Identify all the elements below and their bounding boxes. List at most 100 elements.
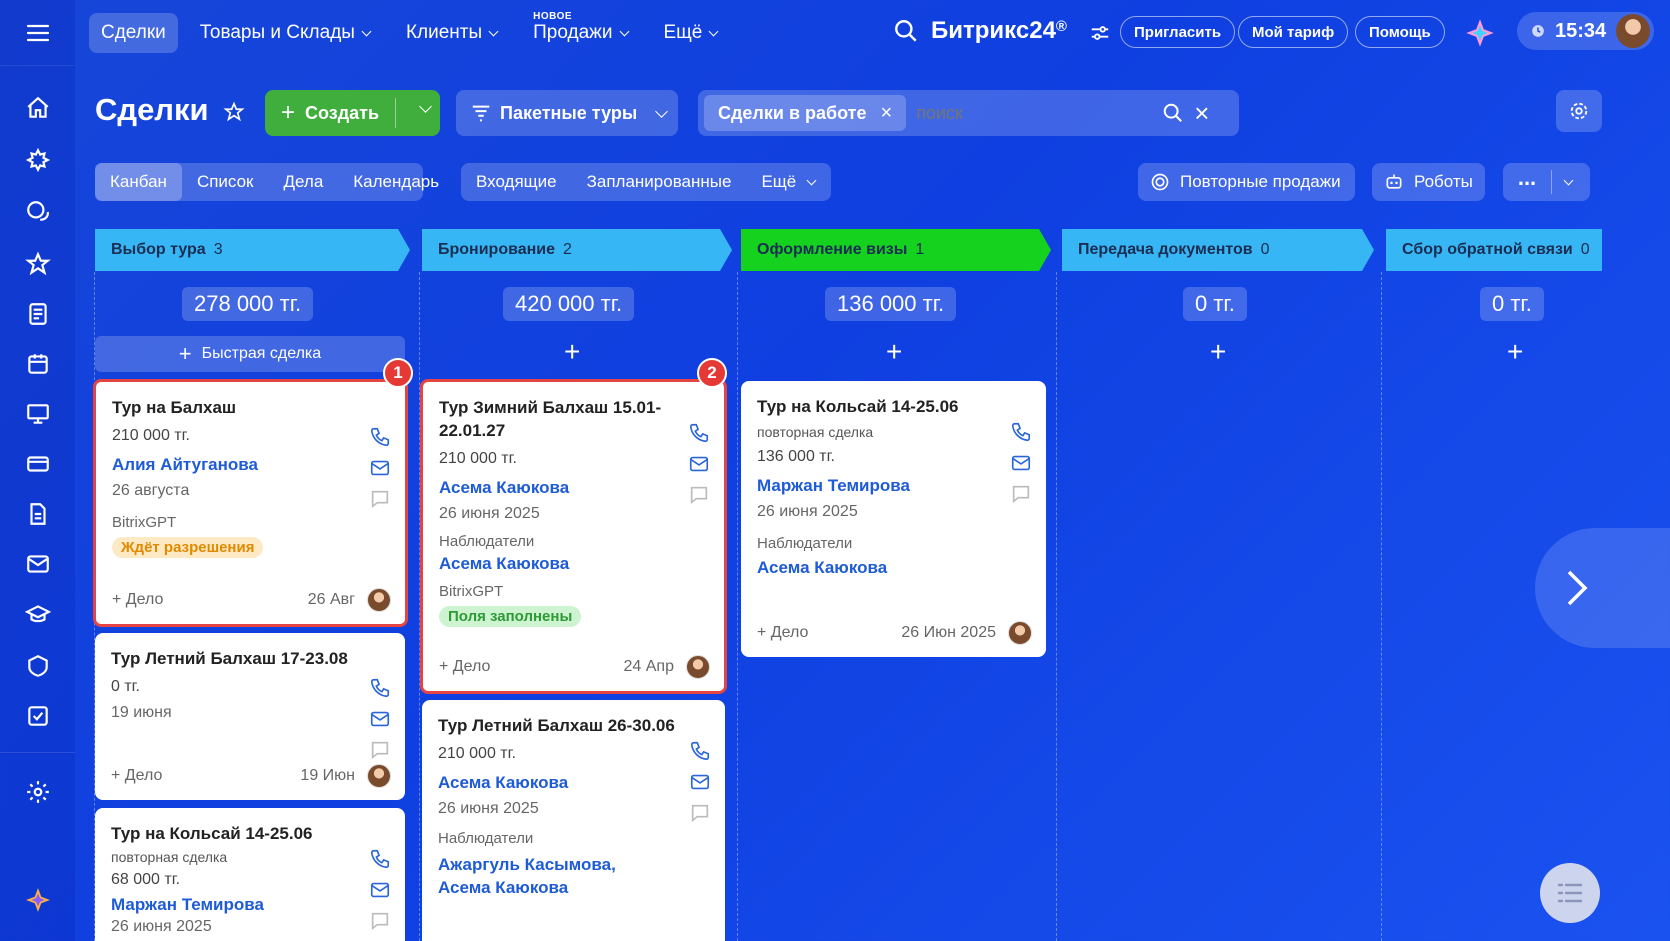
add-activity-link[interactable]: + Дело [111,767,162,785]
comment-icon[interactable] [369,488,391,510]
nav-more[interactable]: Ещё [652,13,730,53]
mail-icon[interactable] [369,879,391,901]
sidebar-docs[interactable] [22,298,54,330]
comment-icon[interactable] [689,802,711,824]
phone-icon[interactable] [689,740,711,762]
phone-icon[interactable] [1010,421,1032,443]
tab-planned[interactable]: Запланированные [572,163,747,201]
chip-close-icon[interactable]: × [881,102,893,125]
deal-title[interactable]: Тур на Кольсай 14-25.06 [111,822,389,845]
mail-icon[interactable] [689,771,711,793]
mail-icon[interactable] [369,457,391,479]
deal-card[interactable]: Тур на Балхаш 210 000 тг. Алия Айтуганов… [93,379,408,627]
sidebar-cards[interactable] [22,448,54,480]
column-header-visa[interactable]: Оформление визы 1 [741,229,1051,271]
more-actions-button[interactable]: ... [1503,163,1590,201]
tab-more[interactable]: Ещё [746,163,830,201]
robots-button[interactable]: Роботы [1372,163,1485,201]
responsible-avatar[interactable] [367,588,391,612]
create-button[interactable]: + Создать [265,90,440,136]
repeat-sales-button[interactable]: Повторные продажи [1138,163,1355,201]
sidebar-home[interactable] [22,92,54,124]
column-header-booking[interactable]: Бронирование 2 [422,229,732,271]
phone-icon[interactable] [688,422,710,444]
tab-incoming[interactable]: Входящие [461,163,572,201]
column-header-documents[interactable]: Передача документов 0 [1062,229,1374,271]
add-activity-link[interactable]: + Дело [112,591,163,609]
search-icon[interactable] [1162,102,1184,124]
deal-title[interactable]: Тур Летний Балхаш 17-23.08 [111,647,389,670]
deal-contact[interactable]: Алия Айтуганова [112,453,389,476]
add-deal-plus[interactable]: + [886,338,902,366]
sidebar-files[interactable] [22,498,54,530]
invite-button[interactable]: Пригласить [1120,16,1236,48]
mail-icon[interactable] [688,453,710,475]
deal-card[interactable]: Тур на Кольсай 14-25.06 повторная сделка… [95,808,405,941]
add-activity-link[interactable]: + Дело [757,624,808,642]
scroll-right-button[interactable] [1535,528,1670,648]
sidebar-shield[interactable] [22,650,54,682]
add-activity-link[interactable]: + Дело [439,658,490,676]
tab-kanban[interactable]: Канбан [95,163,182,201]
tab-calendar[interactable]: Календарь [338,163,454,201]
observer-name[interactable]: Асема Каюкова [438,876,709,899]
filter-chip[interactable]: Сделки в работе × [704,95,907,131]
quick-deal-button[interactable]: + Быстрая сделка [95,336,405,372]
floating-list-button[interactable] [1540,863,1600,923]
mail-icon[interactable] [369,708,391,730]
sidebar-settings[interactable] [22,776,54,808]
tab-activities[interactable]: Дела [269,163,339,201]
mail-icon[interactable] [1010,452,1032,474]
sidebar-presentation[interactable] [22,398,54,430]
sidebar-education[interactable] [22,598,54,630]
observer-name[interactable]: Ажаргуль Касымова, [438,853,709,876]
pipeline-select[interactable]: Пакетные туры [456,90,678,136]
search-clear-icon[interactable]: × [1194,100,1209,126]
deal-card[interactable]: Тур Летний Балхаш 17-23.08 0 тг. 19 июня… [95,633,405,800]
menu-toggle[interactable] [0,0,75,66]
sidebar-copilot[interactable] [22,884,54,916]
responsible-avatar[interactable] [367,764,391,788]
create-dropdown-chevron-icon[interactable] [419,100,432,113]
deal-title[interactable]: Тур на Балхаш [112,396,389,419]
my-plan-button[interactable]: Мой тариф [1238,16,1349,48]
responsible-avatar[interactable] [686,655,710,679]
deal-card[interactable]: Тур Зимний Балхаш 15.01-22.01.27 210 000… [420,379,727,694]
settings-sliders-button[interactable] [1089,22,1111,49]
deal-card[interactable]: Тур Летний Балхаш 26-30.06 210 000 тг. А… [422,700,725,941]
comment-icon[interactable] [688,484,710,506]
observer-name[interactable]: Асема Каюкова [439,552,708,575]
sidebar-mail[interactable] [22,548,54,580]
nav-deals[interactable]: Сделки [89,13,178,53]
phone-icon[interactable] [369,677,391,699]
deal-card[interactable]: Тур на Кольсай 14-25.06 повторная сделка… [741,381,1046,657]
deal-contact[interactable]: Маржан Темирова [757,474,1030,497]
deal-contact[interactable]: Асема Каюкова [438,771,709,794]
deal-contact[interactable]: Маржан Темирова [111,893,389,916]
sidebar-calendar[interactable] [22,348,54,380]
add-deal-plus[interactable]: + [1210,338,1226,366]
phone-icon[interactable] [369,426,391,448]
deal-title[interactable]: Тур Зимний Балхаш 15.01-22.01.27 [439,396,708,442]
global-search-button[interactable] [893,18,919,49]
board-settings-button[interactable] [1556,90,1602,132]
search-input[interactable] [916,102,1157,124]
phone-icon[interactable] [369,848,391,870]
comment-icon[interactable] [369,739,391,761]
deal-title[interactable]: Тур на Кольсай 14-25.06 [757,395,1030,418]
time-widget[interactable]: 15:34 [1517,12,1655,50]
responsible-avatar[interactable] [1008,621,1032,645]
user-avatar[interactable] [1616,14,1651,48]
help-button[interactable]: Помощь [1355,16,1445,48]
copilot-button[interactable] [1465,18,1495,53]
observer-name[interactable]: Асема Каюкова [757,556,1030,579]
sidebar-tasks[interactable] [22,700,54,732]
nav-products[interactable]: Товары и Склады [188,13,382,53]
star-outline-icon[interactable] [223,101,245,123]
comment-icon[interactable] [1010,483,1032,505]
column-header-feedback[interactable]: Сбор обратной связи 0 [1386,229,1602,271]
deal-contact[interactable]: Асема Каюкова [439,476,708,499]
nav-sales[interactable]: НОВОЕ Продажи [521,11,639,53]
comment-icon[interactable] [369,910,391,932]
column-header-choose-tour[interactable]: Выбор тура 3 [95,229,410,271]
